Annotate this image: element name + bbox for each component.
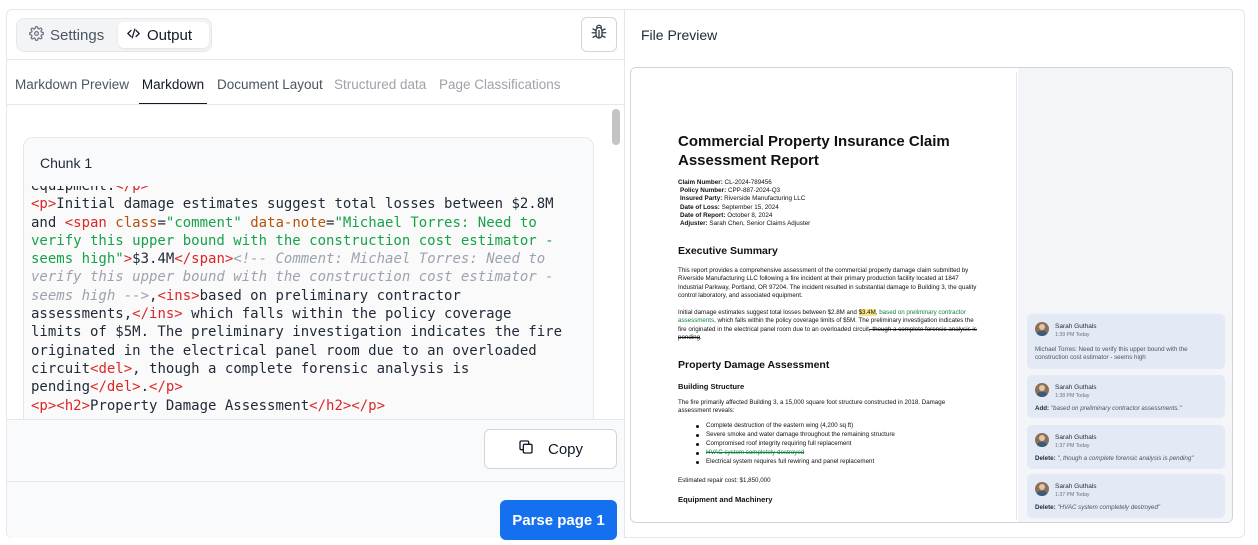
doc-paragraph: This report provides a comprehensive ass… — [678, 267, 977, 299]
comment-author: Sarah Guthals — [1055, 323, 1097, 330]
document-page: Commercial Property Insurance Claim Asse… — [635, 72, 1017, 520]
code-text: equipment.</p> <p>Initial damage estimate… — [31, 186, 562, 415]
scrollbar-thumb[interactable] — [612, 109, 620, 145]
comment-author: Sarah Guthals — [1055, 483, 1097, 490]
copy-label: Copy — [547, 440, 584, 458]
markdown-scroll-area[interactable]: Chunk 1 equipment.</p> <p>Initial damage … — [7, 105, 624, 419]
chunk-title: Chunk 1 — [40, 155, 93, 171]
tab-markdown[interactable]: Markdown — [139, 60, 207, 104]
bug-icon — [590, 23, 608, 46]
debug-button[interactable] — [581, 17, 617, 52]
doc-paragraph-tracked: Initial damage estimates suggest total l… — [678, 309, 977, 341]
doc-heading-executive-summary: Executive Summary — [678, 245, 778, 257]
copy-icon — [518, 439, 534, 459]
code-line: limits of $5M. The preliminary investiga… — [31, 324, 563, 341]
code-block[interactable]: equipment.</p> <p>Initial damage estimate… — [24, 186, 563, 419]
code-line: seems high -->,<ins>based on preliminary… — [31, 287, 461, 304]
document-viewer[interactable]: Commercial Property Insurance Claim Asse… — [630, 67, 1233, 523]
comment-time: 1:37 PM Today — [1055, 492, 1090, 498]
avatar — [1035, 383, 1049, 397]
doc-repair-cost: Estimated repair cost: $1,850,000 — [678, 477, 771, 484]
tab-markdown-preview[interactable]: Markdown Preview — [15, 60, 129, 104]
comment-card[interactable]: Sarah Guthals 1:38 PM Today Add: "based … — [1027, 375, 1225, 418]
view-toggle: Settings Output — [16, 18, 212, 52]
code-line: verify this upper bound with the constru… — [31, 232, 554, 249]
comment-author: Sarah Guthals — [1055, 434, 1097, 441]
comment-time: 1:39 PM Today — [1055, 332, 1090, 338]
code-icon — [126, 26, 141, 45]
comment-highlight[interactable]: $3.4M — [858, 309, 876, 316]
list-item: Compromised roof integrity requiring ful… — [696, 440, 895, 449]
doc-heading-equipment: Equipment and Machinery — [678, 495, 773, 504]
comment-body: Delete: ", though a complete forensic an… — [1035, 455, 1194, 462]
doc-paragraph: The fire primarily affected Building 3, … — [678, 399, 946, 415]
comment-time: 1:37 PM Today — [1055, 443, 1090, 449]
comments-sidebar: Sarah Guthals 1:39 PM Today Michael Torr… — [1018, 68, 1232, 522]
comment-body: Add: "based on preliminary contractor as… — [1035, 405, 1182, 412]
settings-toggle-label: Settings — [50, 26, 105, 44]
copy-button[interactable]: Copy — [484, 429, 617, 469]
list-item: Severe smoke and water damage throughout… — [696, 430, 895, 438]
output-toggle-label: Output — [147, 26, 193, 44]
code-line: and <span class="comment" data-note="Mic… — [31, 214, 537, 231]
parse-page-button[interactable]: Parse page 1 — [500, 500, 617, 540]
divider — [7, 481, 624, 482]
comment-author: Sarah Guthals — [1055, 384, 1097, 391]
comment-body: Delete: "HVAC system completely destroye… — [1035, 504, 1161, 511]
doc-meta: Claim Number: CL-2024-789456 Policy Numb… — [678, 179, 811, 228]
code-line: <p><h2>Property Damage Assessment</h2></… — [31, 397, 386, 414]
settings-toggle-button[interactable]: Settings — [21, 22, 112, 48]
tab-document-layout[interactable]: Document Layout — [217, 60, 323, 104]
comment-card[interactable]: Sarah Guthals 1:37 PM Today Delete: ", t… — [1027, 425, 1225, 469]
list-item: Electrical system requires full rewiring… — [696, 458, 895, 467]
list-item: Complete destruction of the eastern wing… — [696, 422, 895, 431]
output-panel: Settings Output Markdown Preview Markdow… — [6, 9, 625, 540]
comment-time: 1:38 PM Today — [1055, 393, 1090, 399]
doc-title: Commercial Property Insurance Claim Asse… — [678, 133, 950, 169]
doc-heading-building: Building Structure — [678, 382, 745, 391]
code-line: assessments,</ins> which falls within th… — [31, 306, 512, 323]
file-preview-panel: File Preview Commercial Property Insuran… — [624, 9, 1245, 538]
doc-heading-damage: Property Damage Assessment — [678, 359, 830, 371]
gear-icon — [29, 25, 44, 45]
avatar — [1035, 482, 1049, 496]
code-line: seems high">$3.4M</span><!-- Comment: Mi… — [31, 251, 546, 268]
comment-body: Michael Torres: Need to verify this uppe… — [1035, 346, 1188, 362]
list-item-deleted: HVAC system completely destroyed — [696, 449, 895, 458]
code-line: equipment.</p> — [31, 186, 150, 194]
chunk-card: Chunk 1 equipment.</p> <p>Initial damage … — [23, 137, 594, 419]
file-preview-title: File Preview — [641, 27, 718, 43]
code-line: <p>Initial damage estimates suggest tota… — [31, 196, 554, 213]
code-line: verify this upper bound with the constru… — [31, 269, 554, 286]
avatar — [1035, 433, 1049, 447]
tab-structured-data[interactable]: Structured data — [334, 60, 426, 104]
code-line: originated in the electrical panel room … — [31, 342, 537, 359]
code-line: pending</del>.</p> — [31, 379, 183, 396]
comment-card[interactable]: Sarah Guthals 1:39 PM Today Michael Torr… — [1027, 314, 1225, 369]
tab-page-classifications[interactable]: Page Classifications — [439, 60, 561, 104]
avatar — [1035, 322, 1049, 336]
doc-bullet-list: Complete destruction of the eastern wing… — [678, 422, 895, 467]
output-toggle-button[interactable]: Output — [118, 22, 209, 48]
code-line: circuit<del>, though a complete forensic… — [31, 360, 470, 377]
app-window: Settings Output Markdown Preview Markdow… — [0, 0, 1258, 545]
comment-card[interactable]: Sarah Guthals 1:37 PM Today Delete: "HVA… — [1027, 474, 1225, 518]
action-bar: Copy Parse page 1 — [7, 420, 624, 540]
